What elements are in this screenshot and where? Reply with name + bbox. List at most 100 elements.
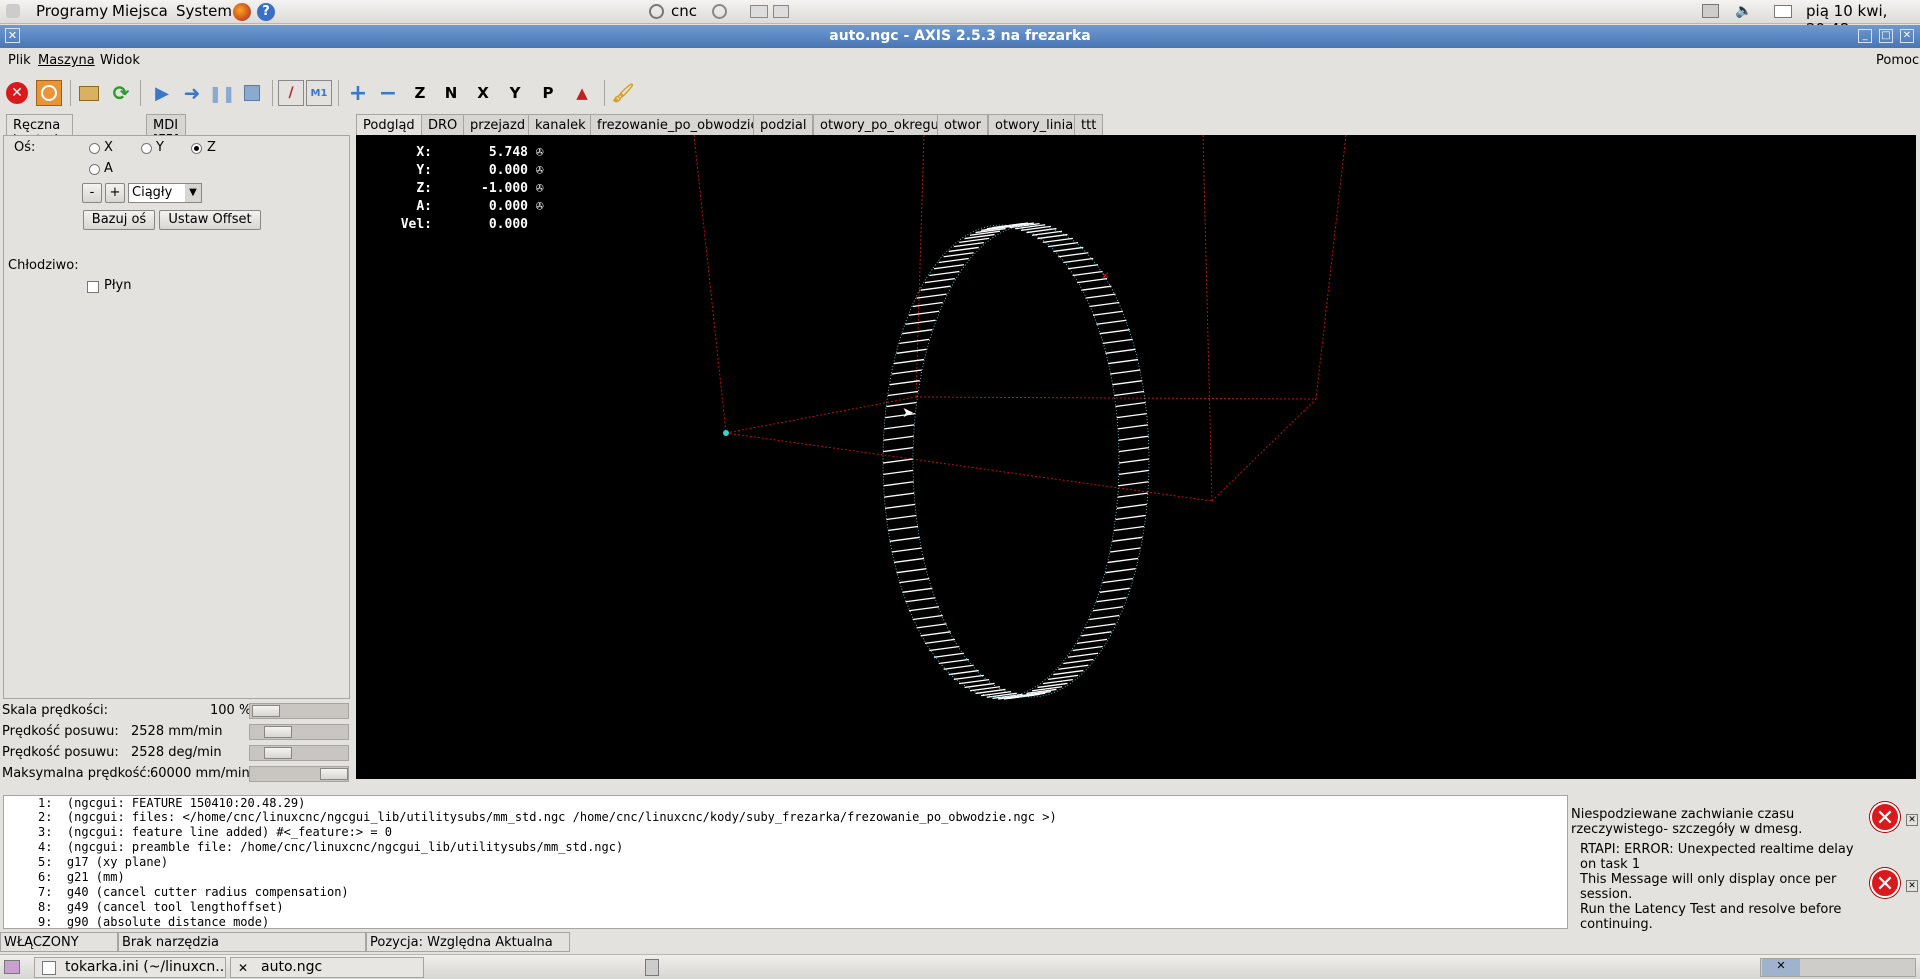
toolpath-segment: [899, 577, 930, 584]
maximize-icon[interactable]: □: [1879, 29, 1893, 43]
tab-preview[interactable]: Podgląd: [356, 114, 422, 136]
run-icon[interactable]: ▶: [149, 80, 175, 106]
pause-icon[interactable]: ❚❚: [209, 80, 236, 106]
coolant-label: Chłodziwo:: [8, 258, 79, 273]
tab-frezowanie[interactable]: frezowanie_po_obwodzie: [590, 114, 766, 136]
menu-machine[interactable]: Maszyna: [38, 53, 95, 68]
dro-value: 0.000: [488, 199, 528, 214]
gcode-line[interactable]: 9: g90 (absolute distance mode): [38, 915, 269, 929]
slider-knob[interactable]: [264, 726, 292, 738]
tab-manual-control[interactable]: Ręczna kontrola [F3]: [6, 114, 73, 163]
zoom-out-icon[interactable]: −: [375, 80, 401, 106]
flood-checkbox[interactable]: [87, 281, 99, 293]
tab-otwory-po-okregu[interactable]: otwory_po_okregu: [813, 114, 946, 136]
slider-knob[interactable]: [252, 705, 280, 717]
axis-a-radio[interactable]: [89, 164, 100, 175]
toolpath-segment: [1058, 252, 1089, 258]
speed-scale-slider[interactable]: [249, 703, 349, 719]
estop-icon[interactable]: ✕: [4, 80, 30, 106]
toolpath-segment: [1067, 264, 1099, 270]
toolbar-separator: [338, 80, 339, 106]
menu-view[interactable]: Widok: [100, 53, 140, 68]
menu-help[interactable]: Pomoc: [1876, 53, 1919, 68]
toolpath-preview[interactable]: ✕ X: 5.748 ✇ Y: 0.000 ✇ Z: -1.000 ✇ A: 0.000…: [356, 135, 1916, 779]
gcode-line[interactable]: 7: g40 (cancel cutter radius compensatio…: [38, 885, 349, 899]
view-perspective-icon[interactable]: P: [535, 80, 561, 106]
tab-otwor[interactable]: otwor: [937, 114, 988, 136]
gcode-line[interactable]: 2: (ngcgui: files: </home/cnc/linuxcnc/n…: [38, 810, 1057, 824]
slider-knob[interactable]: [264, 747, 292, 759]
workspace-label[interactable]: cnc: [671, 2, 697, 20]
toolpath-segment: [1107, 358, 1139, 365]
zoom-in-icon[interactable]: +: [345, 80, 371, 106]
home-axis-button[interactable]: Bazuj oś: [83, 210, 155, 230]
machine-power-icon[interactable]: [36, 80, 62, 106]
close-icon[interactable]: ✕: [1900, 29, 1914, 43]
tab-mdi[interactable]: MDI [F5]: [146, 114, 186, 148]
search-icon[interactable]: [649, 4, 664, 19]
open-file-icon[interactable]: [76, 80, 102, 106]
tab-podzial[interactable]: podzial: [753, 114, 814, 136]
feed-slider[interactable]: [249, 724, 349, 740]
dismiss-icon[interactable]: ✕: [1906, 814, 1918, 826]
slider-knob[interactable]: [320, 768, 348, 780]
gcode-line[interactable]: 5: g17 (xy plane): [38, 855, 168, 869]
axis-z-radio[interactable]: [191, 143, 202, 154]
volume-icon[interactable]: 🔈: [1735, 3, 1752, 19]
menu-file[interactable]: Plik: [8, 53, 31, 68]
axis-x-radio[interactable]: [89, 143, 100, 154]
rotate-view-icon[interactable]: ▲: [569, 80, 595, 106]
taskbar-item[interactable]: auto.ngc: [230, 957, 424, 978]
gcode-line[interactable]: 3: (ngcgui: feature line added) #<_featu…: [38, 825, 392, 839]
stop-icon[interactable]: [239, 80, 265, 106]
trash-icon[interactable]: [645, 959, 659, 976]
menu-system[interactable]: System: [176, 2, 232, 20]
tab-ttt[interactable]: ttt: [1074, 114, 1104, 136]
top-panel: Programy Miejsca System ? cnc 🔈 pią 10 k…: [0, 0, 1920, 38]
mail-icon[interactable]: [1774, 5, 1792, 18]
view-x-icon[interactable]: X: [470, 80, 496, 106]
dismiss-icon[interactable]: ✕: [1906, 880, 1918, 892]
jog-plus-button[interactable]: +: [105, 183, 125, 203]
gcode-line[interactable]: 6: g21 (mm): [38, 870, 125, 884]
view-z-rotated-icon[interactable]: N: [438, 80, 464, 106]
tab-dro[interactable]: DRO: [421, 114, 465, 136]
gcode-line[interactable]: 8: g49 (cancel tool lengthoffset): [38, 900, 284, 914]
show-desktop-icon[interactable]: [4, 960, 20, 974]
view-y-icon[interactable]: Y: [502, 80, 528, 106]
clear-plot-icon[interactable]: 🖌: [610, 80, 636, 106]
optional-stop-icon[interactable]: M1: [306, 80, 332, 106]
jog-minus-button[interactable]: -: [82, 183, 102, 203]
power-icon[interactable]: [712, 4, 727, 19]
tab-kanalek[interactable]: kanalek: [528, 114, 593, 136]
feed2-slider[interactable]: [249, 745, 349, 761]
flood-label: Płyn: [104, 278, 132, 293]
firefox-icon[interactable]: [233, 3, 251, 21]
minimize-icon[interactable]: _: [1858, 29, 1872, 43]
workspace-active-icon[interactable]: ✕: [1762, 959, 1800, 976]
toolpath-segment: [1072, 270, 1103, 277]
touch-off-button[interactable]: Ustaw Offset: [159, 210, 261, 230]
max-velocity-slider[interactable]: [249, 766, 349, 782]
max-velocity-label: Maksymalna prędkość:: [2, 766, 151, 781]
step-icon[interactable]: ➜: [179, 80, 205, 106]
axis-y-radio[interactable]: [141, 143, 152, 154]
gcode-line[interactable]: 4: (ngcgui: preamble file: /home/cnc/lin…: [38, 840, 623, 854]
gcode-listing[interactable]: 1: (ngcgui: FEATURE 150410:20.48.29) 2: …: [3, 795, 1568, 929]
view-z-icon[interactable]: Z: [407, 80, 433, 106]
gcode-line[interactable]: 1: (ngcgui: FEATURE 150410:20.48.29): [38, 796, 305, 810]
window-titlebar[interactable]: ✕ auto.ngc - AXIS 2.5.3 na frezarka _ □ …: [0, 25, 1920, 48]
toolpath-segment: [1112, 536, 1143, 542]
tab-otwory-linia[interactable]: otwory_linia: [988, 114, 1081, 136]
menu-places[interactable]: Miejsca: [112, 2, 168, 20]
display-icon[interactable]: [1702, 4, 1719, 18]
tab-przejazd[interactable]: przejazd: [463, 114, 533, 136]
gnome-foot-icon[interactable]: [6, 4, 20, 18]
reload-icon[interactable]: ⟳: [108, 80, 134, 106]
taskbar-item[interactable]: tokarka.ini (~/linuxcn...: [34, 957, 226, 978]
jog-mode-select[interactable]: Ciągły ▼: [128, 183, 202, 203]
menu-applications[interactable]: Programy: [36, 2, 108, 20]
dro-label: X:: [416, 145, 432, 160]
help-icon[interactable]: ?: [257, 3, 275, 21]
block-delete-icon[interactable]: /: [278, 80, 304, 106]
